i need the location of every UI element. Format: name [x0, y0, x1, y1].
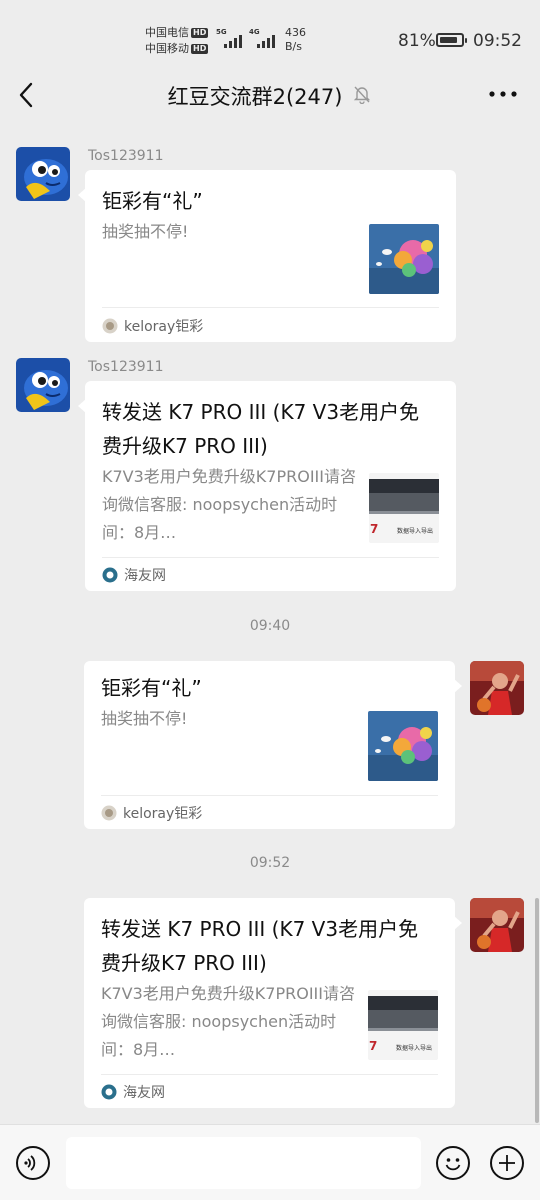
link-card[interactable]: 转发送 K7 PRO III (K7 V3老用户免费升级K7 PRO III) … [78, 381, 456, 591]
card-description: 抽奖抽不停! [101, 709, 188, 728]
card-source-name: keloray钜彩 [123, 806, 203, 822]
avatar[interactable] [16, 358, 70, 412]
card-source: 海友网 [101, 1082, 165, 1102]
net-speed: 436 B/s [285, 26, 306, 54]
net-speed-value: 436 [285, 26, 306, 39]
card-source-name: keloray钜彩 [124, 319, 204, 335]
thumb-k7-label: 7 [369, 1039, 377, 1053]
card-thumbnail [369, 224, 439, 294]
emoji-icon[interactable] [436, 1146, 470, 1180]
timestamp: 09:52 [249, 855, 291, 871]
battery-percent: 81% [398, 31, 436, 51]
hd-badge: HD [191, 44, 209, 54]
card-description: K7V3老用户免费升级K7PROIII请咨询微信客服: noopsychen活动… [101, 984, 355, 1059]
card-title: 转发送 K7 PRO III (K7 V3老用户免费升级K7 PRO III) [102, 400, 420, 458]
timestamp: 09:40 [249, 618, 291, 634]
card-source-name: 海友网 [123, 1085, 165, 1101]
card-source: keloray钜彩 [102, 316, 203, 336]
thumb-caption: 数据导入导出 [397, 527, 433, 535]
carrier-1: 中国电信 [145, 26, 189, 39]
signal-4g-icon: 4G [249, 28, 277, 50]
card-thumbnail: 7 数据导入导出 [368, 990, 438, 1060]
sender-name: Tos123911 [88, 359, 164, 375]
thumb-k7-label: 7 [370, 522, 378, 536]
scrollbar[interactable] [535, 898, 539, 1123]
haiyou-logo-icon [101, 1084, 117, 1100]
status-clock: 09:52 [473, 31, 522, 51]
thumb-caption: 数据导入导出 [396, 1044, 432, 1052]
input-bar [0, 1124, 540, 1200]
card-thumbnail: 7 数据导入导出 [369, 473, 439, 543]
link-card[interactable]: 钜彩有“礼” 抽奖抽不停! keloray钜彩 [78, 170, 456, 342]
card-source: 海友网 [102, 565, 166, 585]
more-dots-icon[interactable] [488, 86, 518, 102]
voice-icon[interactable] [16, 1146, 50, 1180]
carrier-info: 中国电信 HD 中国移动 HD [145, 25, 209, 57]
message-input[interactable] [66, 1137, 421, 1189]
link-card[interactable]: 转发送 K7 PRO III (K7 V3老用户免费升级K7 PRO III) … [84, 898, 462, 1108]
card-thumbnail [368, 711, 438, 781]
card-description: K7V3老用户免费升级K7PROIII请咨询微信客服: noopsychen活动… [102, 467, 356, 542]
bell-off-icon [352, 84, 372, 109]
link-card[interactable]: 钜彩有“礼” 抽奖抽不停! keloray钜彩 [84, 661, 462, 829]
sender-name: Tos123911 [88, 148, 164, 164]
status-bar: 中国电信 HD 中国移动 HD 5G 4G 436 B/s 81% 09:52 [0, 0, 540, 66]
message-list[interactable]: Tos123911 钜彩有“礼” 抽奖抽不停! keloray钜彩 Tos123… [0, 124, 540, 1124]
card-source-name: 海友网 [124, 568, 166, 584]
battery-icon [436, 33, 467, 47]
carrier-2: 中国移动 [145, 42, 189, 55]
card-title: 钜彩有“礼” [101, 676, 202, 700]
chat-header: 红豆交流群2(247) [0, 66, 540, 124]
page-title: 红豆交流群2(247) [167, 85, 343, 109]
avatar[interactable] [470, 898, 524, 952]
keloray-logo-icon [102, 318, 118, 334]
keloray-logo-icon [101, 805, 117, 821]
card-title: 钜彩有“礼” [102, 189, 203, 213]
card-title: 转发送 K7 PRO III (K7 V3老用户免费升级K7 PRO III) [101, 917, 419, 975]
plus-icon[interactable] [490, 1146, 524, 1180]
chat-title-area: 红豆交流群2(247) [0, 81, 540, 111]
hd-badge: HD [191, 28, 209, 38]
haiyou-logo-icon [102, 567, 118, 583]
avatar[interactable] [16, 147, 70, 201]
avatar[interactable] [470, 661, 524, 715]
net-speed-unit: B/s [285, 40, 302, 53]
card-description: 抽奖抽不停! [102, 222, 189, 241]
card-source: keloray钜彩 [101, 803, 202, 823]
signal-5g-icon: 5G [216, 28, 244, 50]
